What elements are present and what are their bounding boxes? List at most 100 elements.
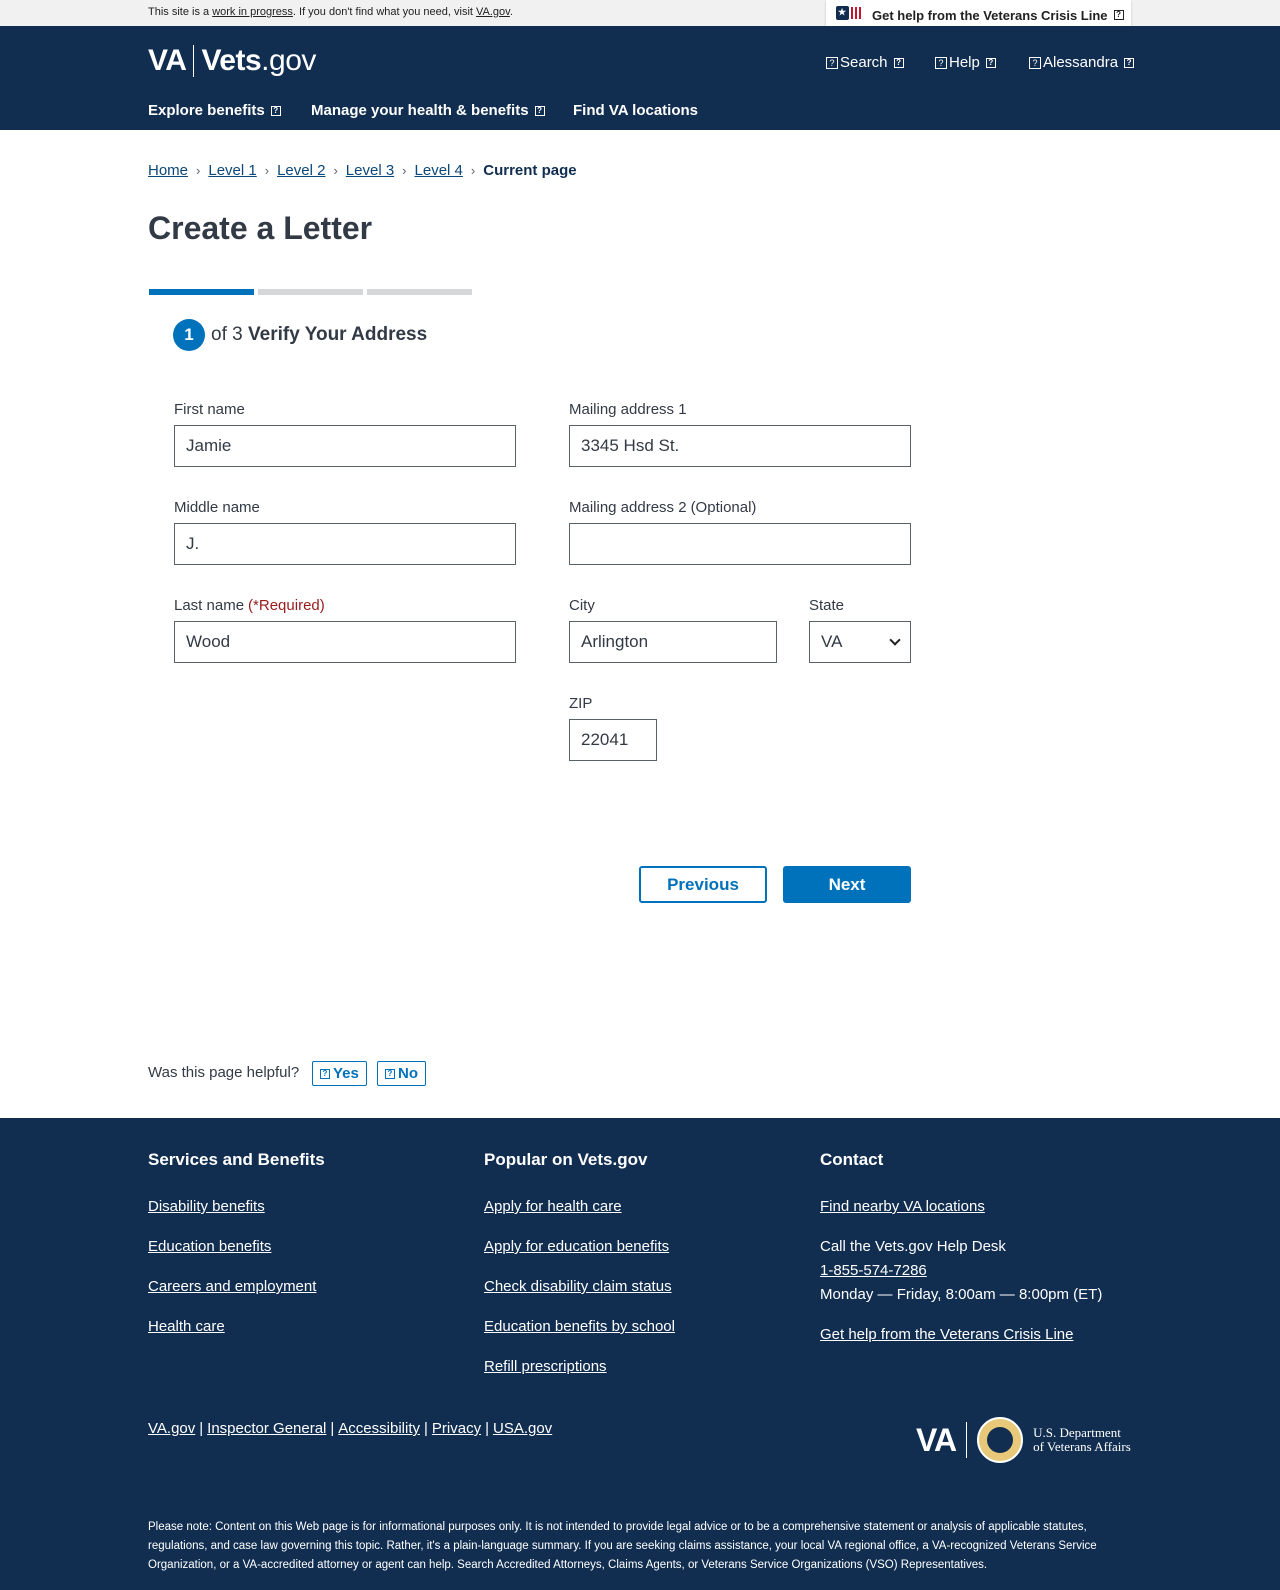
help-button[interactable]: ? Help ? (935, 54, 996, 71)
legal-separator: | (485, 1420, 489, 1437)
breadcrumb-current-page: Current page (483, 162, 577, 179)
site-footer: Services and Benefits Disability benefit… (0, 1118, 1280, 1590)
logo-divider (966, 1422, 968, 1458)
helpful-no-button[interactable]: ? No (377, 1061, 426, 1086)
footer-link-refill-prescriptions[interactable]: Refill prescriptions (484, 1358, 607, 1375)
last-name-field[interactable] (174, 621, 516, 663)
user-icon: ? (1029, 56, 1041, 69)
chevron-down-icon: ? (893, 57, 904, 68)
help-icon: ? (935, 56, 947, 69)
city-field[interactable] (569, 621, 777, 663)
footer-link-disability-benefits[interactable]: Disability benefits (148, 1198, 265, 1215)
legal-link-privacy[interactable]: Privacy (432, 1420, 481, 1437)
footer-link-find-locations[interactable]: Find nearby VA locations (820, 1198, 985, 1215)
footer-disclaimer: Please note: Content on this Web page is… (148, 1521, 1097, 1571)
breadcrumb-separator-icon: › (196, 163, 201, 178)
progress-segment-2 (258, 289, 363, 295)
mailing-address-1-field[interactable] (569, 425, 911, 467)
mailing-address-1-label: Mailing address 1 (569, 401, 687, 418)
breadcrumb-level-4[interactable]: Level 4 (415, 162, 463, 179)
va-gov-link[interactable]: VA.gov (476, 6, 510, 18)
breadcrumb-separator-icon: › (264, 163, 270, 178)
mailing-address-2-label: Mailing address 2 (Optional) (569, 499, 757, 516)
footer-link-education-by-school[interactable]: Education benefits by school (484, 1318, 675, 1335)
state-select[interactable]: VA (809, 621, 911, 663)
optional-indicator: (Optional) (690, 499, 757, 516)
breadcrumb-level-3[interactable]: Level 3 (346, 162, 394, 179)
help-desk-text: Call the Vets.gov Help Desk (820, 1238, 1006, 1255)
footer-legal-links: VA.gov | Inspector General | Accessibili… (148, 1420, 552, 1437)
work-in-progress-link[interactable]: work in progress (212, 6, 293, 18)
step-title: Verify Your Address (248, 324, 428, 345)
thumbs-down-icon: ? (385, 1068, 395, 1079)
footer-crisis-line-link[interactable]: Get help from the Veterans Crisis Line (820, 1326, 1073, 1343)
help-desk-phone-link[interactable]: 1-855-574-7286 (820, 1262, 927, 1279)
footer-link-apply-health-care[interactable]: Apply for health care (484, 1198, 622, 1215)
breadcrumb-separator-icon: › (402, 163, 407, 178)
external-icon: ? (1113, 10, 1124, 20)
mailing-address-2-field[interactable] (569, 523, 911, 565)
page-title: Create a Letter (148, 210, 373, 246)
footer-contact-heading: Contact (820, 1150, 884, 1169)
first-name-field[interactable] (174, 425, 516, 467)
chevron-down-icon: ? (985, 57, 996, 68)
progress-segment-1 (149, 289, 254, 295)
search-icon: ? (826, 56, 838, 69)
footer-popular-heading: Popular on Vets.gov (484, 1150, 648, 1169)
footer-link-health-care[interactable]: Health care (148, 1318, 225, 1335)
vets-gov-logo[interactable]: VA Vets .gov (148, 44, 316, 78)
city-label: City (569, 597, 595, 614)
previous-button[interactable]: Previous (639, 866, 767, 903)
footer-link-education-benefits[interactable]: Education benefits (148, 1238, 271, 1255)
breadcrumb-separator-icon: › (470, 163, 476, 178)
nav-explore-benefits[interactable]: Explore benefits ? (148, 102, 281, 119)
chevron-down-icon (889, 634, 901, 646)
state-label: State (809, 597, 845, 614)
breadcrumb-level-1[interactable]: Level 1 (208, 162, 256, 179)
logo-divider (193, 45, 195, 77)
legal-link-inspector-general[interactable]: Inspector General (207, 1420, 326, 1437)
first-name-label: First name (174, 401, 245, 418)
help-desk-hours: Monday — Friday, 8:00am — 8:00pm (ET) (820, 1286, 1103, 1303)
last-name-label: Last name (*Required) (174, 597, 325, 614)
zip-label: ZIP (569, 695, 593, 712)
legal-separator: | (330, 1420, 335, 1437)
va-seal-icon (977, 1417, 1024, 1463)
helpful-yes-button[interactable]: ? Yes (312, 1061, 367, 1086)
site-header: VA Vets .gov ? Search ? ? Help ? ? Alessa… (0, 26, 1280, 130)
zip-field[interactable] (569, 719, 657, 761)
legal-separator: | (199, 1420, 204, 1437)
state-selected-value: VA (821, 632, 843, 651)
footer-link-claim-status[interactable]: Check disability claim status (484, 1278, 672, 1295)
nav-manage-health-benefits[interactable]: Manage your health & benefits ? (311, 102, 545, 119)
chevron-down-icon: ? (270, 105, 281, 116)
legal-link-usa-gov[interactable]: USA.gov (493, 1420, 552, 1437)
step-count: of 3 (211, 324, 243, 345)
work-in-progress-note: This site is a work in progress. If you … (148, 6, 513, 18)
breadcrumb-separator-icon: › (333, 163, 338, 178)
chevron-down-icon: ? (1124, 57, 1135, 68)
legal-separator: | (423, 1420, 428, 1437)
user-menu-button[interactable]: ? Alessandra ? (1029, 54, 1135, 71)
footer-link-careers-employment[interactable]: Careers and employment (148, 1278, 316, 1295)
next-button[interactable]: Next (783, 866, 911, 903)
va-department-logo[interactable]: VA U.S. Department of Veterans Affairs (916, 1417, 1131, 1463)
step-number-badge: 1 (173, 319, 205, 351)
footer-link-apply-education[interactable]: Apply for education benefits (484, 1238, 669, 1255)
thumbs-up-icon: ? (320, 1068, 330, 1079)
helpful-question: Was this page helpful? (148, 1064, 300, 1081)
breadcrumb-home[interactable]: Home (148, 162, 188, 179)
nav-find-va-locations[interactable]: Find VA locations (573, 102, 698, 119)
footer-services-heading: Services and Benefits (148, 1150, 325, 1169)
legal-link-accessibility[interactable]: Accessibility (338, 1420, 420, 1437)
legal-link-va-gov[interactable]: VA.gov (148, 1420, 195, 1437)
breadcrumb-level-2[interactable]: Level 2 (277, 162, 325, 179)
crisis-line-label: Get help from the Veterans Crisis Line (872, 7, 1108, 23)
search-button[interactable]: ? Search ? (826, 54, 904, 71)
breadcrumb: Home › Level 1 › Level 2 › Level 3 › Lev… (148, 162, 577, 179)
required-indicator: (*Required) (248, 597, 325, 614)
middle-name-field[interactable] (174, 523, 516, 565)
middle-name-label: Middle name (174, 499, 260, 516)
chevron-down-icon: ? (534, 105, 545, 116)
crisis-flag-icon (836, 6, 864, 24)
